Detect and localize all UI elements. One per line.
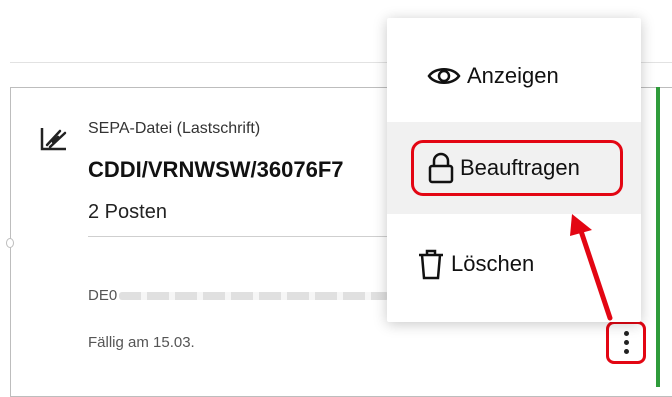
annotation-arrow: [570, 214, 613, 321]
card-status-accent: [656, 87, 660, 387]
kebab-dot: [623, 349, 629, 354]
file-reference: CDDI/VRNWSW/36076F7: [88, 157, 344, 182]
iban-redacted: [119, 292, 390, 301]
eye-icon: [427, 68, 461, 84]
iban-prefix: DE0: [88, 287, 118, 304]
card-divider: [88, 236, 388, 237]
iban-field: DE0: [88, 287, 390, 304]
kebab-dot: [623, 340, 629, 345]
menu-item-label: Löschen: [451, 251, 535, 276]
kebab-dot: [623, 331, 629, 336]
menu-item-label: Beauftragen: [460, 155, 580, 180]
file-type-label: SEPA-Datei (Lastschrift): [88, 120, 261, 137]
commission-highlight: Beauftragen: [411, 140, 623, 196]
items-count: 2 Posten: [88, 201, 167, 223]
card-notch: [6, 238, 14, 248]
menu-item-commission[interactable]: Beauftragen: [387, 122, 641, 214]
lock-icon: [428, 152, 454, 184]
trash-icon: [419, 249, 443, 280]
pen-sign-icon: [40, 128, 67, 151]
menu-item-view[interactable]: Anzeigen: [387, 30, 641, 122]
menu-item-label: Anzeigen: [467, 63, 559, 88]
due-date: Fällig am 15.03.: [88, 334, 195, 351]
